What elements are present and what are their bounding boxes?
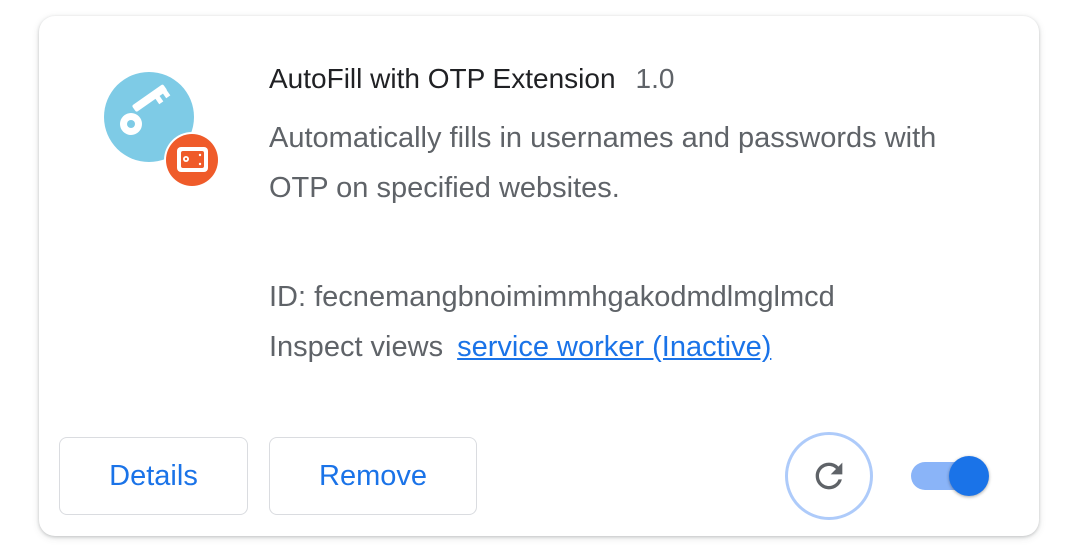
enable-toggle[interactable] (911, 456, 989, 496)
extension-description: Automatically fills in usernames and pas… (269, 122, 937, 204)
drive-badge-icon (164, 132, 220, 188)
title-row: AutoFill with OTP Extension 1.0 (269, 63, 1009, 103)
service-worker-link[interactable]: service worker (Inactive) (457, 331, 771, 363)
extension-card: AutoFill with OTP Extension 1.0 Automati… (39, 16, 1039, 536)
extension-info: AutoFill with OTP Extension 1.0 Automati… (269, 63, 1009, 213)
extension-version: 1.0 (635, 63, 675, 94)
details-button[interactable]: Details (59, 437, 248, 515)
remove-button[interactable]: Remove (269, 437, 477, 515)
toggle-knob (949, 456, 989, 496)
inspect-views-row: Inspect views service worker (Inactive) (269, 331, 771, 364)
extension-id-row: ID: fecnemangbnoimimmhgakodmdlmglmcd (269, 281, 835, 314)
extension-id-value: fecnemangbnoimimmhgakodmdlmglmcd (314, 281, 835, 313)
extension-id-label: ID: (269, 281, 307, 313)
reload-button[interactable] (785, 432, 873, 520)
extension-name: AutoFill with OTP Extension (269, 63, 616, 94)
extension-icon (104, 72, 224, 192)
inspect-views-label: Inspect views (269, 331, 444, 363)
key-icon (104, 72, 220, 188)
reload-icon (815, 462, 843, 490)
